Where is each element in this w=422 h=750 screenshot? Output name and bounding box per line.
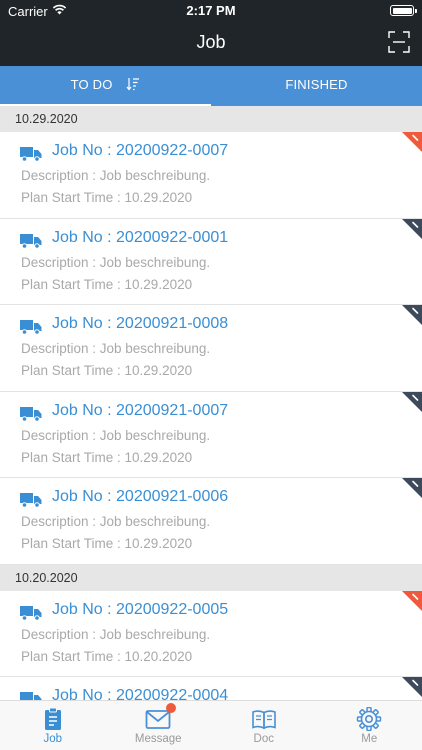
job-list-item[interactable]: Job No : 20200922-0004 — [0, 677, 422, 700]
job-description: Description : Job beschreibung. — [21, 254, 211, 270]
section-date-header: 10.29.2020 — [0, 106, 422, 132]
top-bar: Carrier 2:17 PM Job — [0, 0, 422, 66]
scan-icon[interactable] — [388, 31, 410, 53]
job-number: Job No : 20200922-0001 — [52, 228, 229, 246]
job-list-item[interactable]: Job No : 20200922-0005 Description : Job … — [0, 590, 422, 677]
job-description: Description : Job beschreibung. — [21, 514, 211, 529]
truck-icon — [20, 605, 42, 621]
status-flag-icon — [402, 305, 422, 325]
job-plan-start-time: Plan Start Time : 10.29.2020 — [21, 276, 193, 292]
job-number: Job No : 20200921-0007 — [52, 401, 229, 419]
job-description: Description : Job beschreibung. — [21, 427, 211, 443]
job-number: Job No : 20200921-0006 — [52, 488, 229, 505]
status-flag-icon — [402, 677, 422, 697]
tabbar-item-me[interactable]: Me — [317, 701, 422, 750]
job-plan-start-time: Plan Start Time : 10.29.2020 — [21, 190, 193, 205]
tab-finished-label: FINISHED — [285, 77, 348, 92]
book-icon — [251, 710, 276, 730]
tab-todo[interactable]: TO DO — [0, 66, 211, 107]
job-description: Description : Job beschreibung. — [21, 168, 211, 183]
tab-todo-label: TO DO — [70, 77, 113, 92]
job-description: Description : Job beschreibung. — [21, 626, 211, 642]
status-bar: Carrier 2:17 PM — [0, 0, 422, 22]
clipboard-icon — [44, 707, 61, 730]
status-flag-icon — [402, 391, 422, 412]
job-list[interactable]: 10.29.2020 Job No : 20200922-0007 Descript… — [0, 106, 422, 700]
tabbar-item-doc[interactable]: Doc — [211, 701, 317, 750]
truck-icon — [20, 233, 42, 249]
job-number: Job No : 20200922-0007 — [52, 142, 229, 159]
job-tabs: TO DO FINISHED — [0, 66, 422, 107]
battery-icon — [390, 5, 417, 16]
status-flag-icon — [402, 478, 422, 498]
bottom-tab-bar: Job Message Doc Me — [0, 700, 422, 750]
job-number: Job No : 20200921-0008 — [52, 315, 229, 332]
gear-icon — [357, 707, 382, 731]
job-number: Job No : 20200922-0005 — [52, 600, 229, 618]
truck-icon — [20, 147, 42, 162]
status-flag-icon — [402, 218, 422, 239]
job-list-item[interactable]: Job No : 20200921-0008 Description : Job … — [0, 305, 422, 392]
truck-icon — [20, 406, 42, 422]
page-title: Job — [196, 32, 226, 52]
job-description: Description : Job beschreibung. — [21, 341, 211, 356]
priority-flag-red-icon — [402, 132, 422, 152]
truck-icon — [20, 692, 42, 700]
tabbar-item-message[interactable]: Message — [106, 701, 212, 750]
job-list-item[interactable]: Job No : 20200922-0007 Description : Job … — [0, 132, 422, 219]
tabbar-label: Doc — [253, 733, 274, 745]
priority-flag-red-icon — [402, 590, 422, 611]
tabbar-label: Me — [361, 733, 378, 745]
job-plan-start-time: Plan Start Time : 10.29.2020 — [21, 363, 193, 378]
job-plan-start-time: Plan Start Time : 10.29.2020 — [21, 536, 193, 551]
job-list-item[interactable]: Job No : 20200922-0001 Description : Job … — [0, 218, 422, 305]
job-list-item[interactable]: Job No : 20200921-0006 Description : Job … — [0, 478, 422, 565]
tabbar-label: Job — [43, 733, 63, 745]
tabbar-label: Message — [134, 733, 182, 745]
section-date-header: 10.20.2020 — [0, 564, 422, 591]
truck-icon — [20, 320, 42, 335]
clock: 2:17 PM — [186, 3, 236, 18]
tabbar-item-job[interactable]: Job — [0, 701, 106, 750]
unread-badge — [166, 703, 177, 713]
tab-finished[interactable]: FINISHED — [211, 66, 422, 106]
sort-icon[interactable] — [126, 77, 140, 91]
nav-header: Job — [0, 22, 422, 66]
job-plan-start-time: Plan Start Time : 10.20.2020 — [21, 648, 193, 664]
job-plan-start-time: Plan Start Time : 10.29.2020 — [21, 449, 193, 465]
job-number: Job No : 20200922-0004 — [52, 687, 229, 700]
truck-icon — [20, 493, 42, 508]
job-list-item[interactable]: Job No : 20200921-0007 Description : Job … — [0, 391, 422, 478]
